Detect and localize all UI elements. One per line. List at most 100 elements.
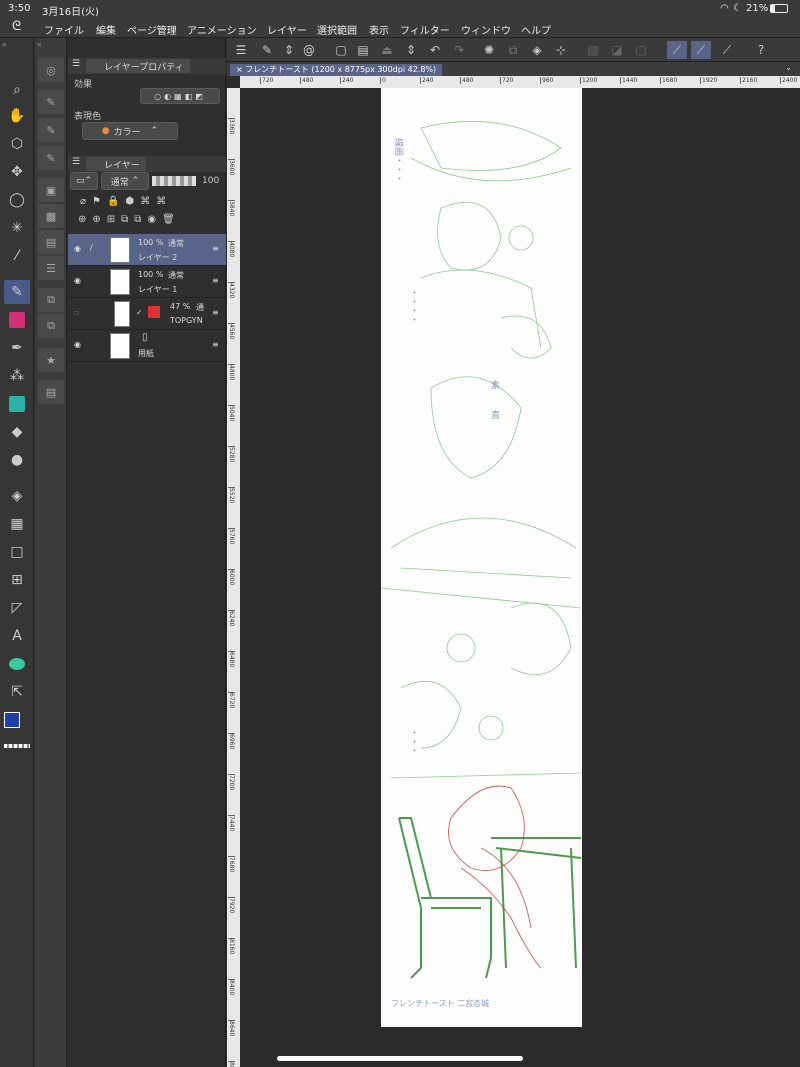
- menu-icon[interactable]: ☰: [72, 157, 80, 167]
- move-tool-icon[interactable]: ✥: [4, 160, 30, 184]
- material-tone-icon[interactable]: ▩: [38, 204, 64, 228]
- layer-row[interactable]: ◉ ∕ 100 % 通常 レイヤー 2 ≡: [68, 234, 226, 266]
- invert-selection-icon[interactable]: ◪: [607, 41, 627, 59]
- layer-color-select[interactable]: ▭⌃: [70, 172, 98, 190]
- layer-lock-buttons[interactable]: ⌀⚑🔒⬢⌘⌘: [80, 196, 172, 207]
- drag-handle-icon[interactable]: ≡: [212, 308, 219, 317]
- expression-select[interactable]: ● カラー ⌃: [82, 122, 178, 140]
- layer-search-icon[interactable]: ⧉: [38, 288, 64, 312]
- balloon-tool-icon[interactable]: [4, 652, 30, 676]
- lasso-tool-icon[interactable]: ◯: [4, 188, 30, 212]
- blend-mode-select[interactable]: 通常 ⌃: [101, 172, 149, 190]
- collapse-icon[interactable]: «: [2, 40, 7, 49]
- ruler-tool-icon[interactable]: ◸: [4, 596, 30, 620]
- decoration-tool-icon[interactable]: [4, 392, 30, 416]
- visibility-off-icon[interactable]: ▫: [74, 308, 79, 317]
- snap-special-icon[interactable]: ⟋: [691, 41, 711, 59]
- menu-layer[interactable]: レイヤー: [267, 22, 307, 37]
- layer-row[interactable]: ▫ ✓ 47 % 通 TOPGYN ≡: [68, 298, 226, 330]
- close-icon[interactable]: ×: [236, 65, 243, 74]
- layer-panel-icon[interactable]: ⧉: [38, 314, 64, 338]
- subtool-pen-icon[interactable]: ✎: [38, 90, 64, 114]
- gradient-tool-icon[interactable]: ▦: [4, 512, 30, 536]
- chevron-updown-icon[interactable]: ⇕: [401, 41, 421, 59]
- transfer-icon[interactable]: ⧉: [503, 41, 523, 59]
- svg-text:・・・: ・・・: [408, 728, 418, 755]
- open-folder-icon[interactable]: ▤: [353, 41, 373, 59]
- opacity-slider[interactable]: [152, 176, 196, 186]
- correction-tool-icon[interactable]: ⇱: [4, 680, 30, 704]
- canvas-paper[interactable]: 線画・・・ ・・・・ 素 直 ・・・ フレンチトースト 二宮杏城: [380, 88, 582, 1027]
- redo-icon[interactable]: ↷: [449, 41, 469, 59]
- eyedropper-icon[interactable]: ⁄: [4, 244, 30, 268]
- material-list-icon[interactable]: ☰: [38, 256, 64, 280]
- frame-tool-icon[interactable]: ⊞: [4, 568, 30, 592]
- chevron-updown-icon[interactable]: ⇕: [279, 41, 299, 59]
- hand-tool-icon[interactable]: ✋: [4, 104, 30, 128]
- drag-handle-icon[interactable]: ≡: [212, 340, 219, 349]
- help-icon[interactable]: ?: [751, 41, 771, 59]
- history-icon[interactable]: ▤: [38, 380, 64, 404]
- airbrush-tool-icon[interactable]: ⁂: [4, 364, 30, 388]
- zoom-tool-icon[interactable]: ⌕: [4, 78, 30, 102]
- menu-view[interactable]: 表示: [369, 22, 389, 37]
- menu-animation[interactable]: アニメーション: [187, 22, 257, 37]
- magic-wand-icon[interactable]: ✳: [4, 216, 30, 240]
- save-icon[interactable]: ⏏: [377, 41, 397, 59]
- menu-file[interactable]: ファイル: [44, 22, 84, 37]
- pencil-tool-icon[interactable]: [4, 308, 30, 332]
- text-tool-icon[interactable]: A: [4, 624, 30, 648]
- show-selection-icon[interactable]: ▢: [631, 41, 651, 59]
- effect-buttons[interactable]: ○◐▦◧◩: [140, 88, 220, 104]
- pen-tool-icon[interactable]: ✎: [4, 280, 30, 304]
- eye-icon[interactable]: ◉: [74, 276, 81, 285]
- layer-thumbnail: [110, 237, 130, 263]
- subtool-pencil-icon[interactable]: ✎: [38, 118, 64, 142]
- undo-icon[interactable]: ↶: [425, 41, 445, 59]
- eraser-tool-icon[interactable]: ◆: [4, 420, 30, 444]
- menu-page[interactable]: ページ管理: [127, 22, 177, 37]
- chevron-down-icon[interactable]: ⌄: [785, 63, 792, 72]
- subtool-brush-icon[interactable]: ✎: [38, 146, 64, 170]
- blend-tool-icon[interactable]: ●: [4, 448, 30, 472]
- transparent-color-icon[interactable]: [4, 744, 30, 748]
- snap-ruler-icon[interactable]: ⟋: [667, 41, 687, 59]
- favorite-icon[interactable]: ★: [38, 348, 64, 372]
- new-file-icon[interactable]: ▢: [331, 41, 351, 59]
- menu-edit[interactable]: 編集: [96, 22, 116, 37]
- fill-tool-icon[interactable]: ◈: [4, 484, 30, 508]
- collapse-icon[interactable]: «: [37, 40, 42, 49]
- layer-tab[interactable]: レイヤー: [86, 157, 146, 171]
- snap-grid-icon[interactable]: ⟋: [717, 41, 737, 59]
- figure-tool-icon[interactable]: □: [4, 540, 30, 564]
- drag-handle-icon[interactable]: ≡: [212, 244, 219, 253]
- document-tab[interactable]: × フレンチトースト (1200 x 8775px 300dpi 42.8%): [230, 64, 443, 76]
- main-color-swatch[interactable]: [4, 712, 20, 728]
- fill-icon[interactable]: ◈: [527, 41, 547, 59]
- command-bar: ☰ ✎ ⇕ @ ▢ ▤ ⏏ ⇕ ↶ ↷ ✺ ⧉ ◈ ⊹ ▧ ◪ ▢ ⟋ ⟋ ⟋ …: [227, 38, 800, 62]
- eye-icon[interactable]: ◉: [74, 340, 81, 349]
- layer-row[interactable]: ◉ ▯ 用紙 ≡: [68, 330, 226, 362]
- app-logo-icon[interactable]: ᘓ: [12, 19, 21, 34]
- clear-selection-icon[interactable]: ▧: [583, 41, 603, 59]
- operation-tool-icon[interactable]: ⬡: [4, 132, 30, 156]
- menu-help[interactable]: ヘルプ: [521, 22, 551, 37]
- menu-selection[interactable]: 選択範囲: [317, 22, 357, 37]
- menu-window[interactable]: ウィンドウ: [461, 22, 511, 37]
- brush-tool-icon[interactable]: ✒: [4, 336, 30, 360]
- layer-row[interactable]: ◉ 100 % 通常 レイヤー 1 ≡: [68, 266, 226, 298]
- material-frame-icon[interactable]: ▤: [38, 230, 64, 254]
- layer-property-tab[interactable]: レイヤープロパティ: [86, 59, 190, 73]
- menu-icon[interactable]: ☰: [72, 59, 80, 69]
- at-icon[interactable]: @: [299, 41, 319, 59]
- menu-filter[interactable]: フィルター: [400, 22, 450, 37]
- material-icon[interactable]: ▣: [38, 178, 64, 202]
- edit-icon[interactable]: ✎: [257, 41, 277, 59]
- navigator-icon[interactable]: ◎: [38, 58, 64, 82]
- menu-icon[interactable]: ☰: [231, 41, 251, 59]
- drag-handle-icon[interactable]: ≡: [212, 276, 219, 285]
- layer-action-buttons[interactable]: ⊕⊕⊞⧉⧉◉🗑: [78, 214, 181, 225]
- crop-icon[interactable]: ⊹: [551, 41, 571, 59]
- loading-icon[interactable]: ✺: [479, 41, 499, 59]
- eye-icon[interactable]: ◉: [74, 244, 81, 253]
